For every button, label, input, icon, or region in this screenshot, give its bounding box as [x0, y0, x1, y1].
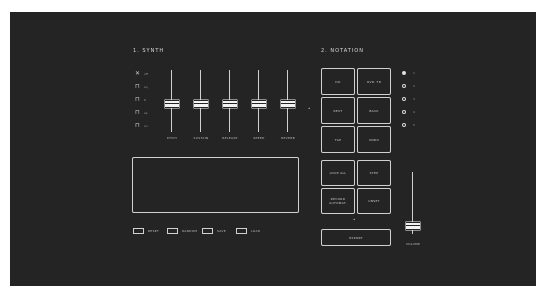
waveform-label: sa — [144, 111, 148, 115]
notation-button[interactable]: TAP — [321, 126, 355, 153]
synth-display — [132, 157, 299, 213]
radio-dot — [402, 96, 406, 101]
waveform-label: sq — [144, 85, 148, 89]
slider-release[interactable]: RELEASE — [222, 70, 238, 140]
slider-sustain[interactable]: SUSTAIN — [193, 70, 209, 140]
control-box — [167, 227, 178, 234]
control-label: LOAD — [251, 228, 261, 233]
channel-radio[interactable]: 5 — [402, 121, 415, 128]
slider-label: REVERB — [281, 136, 295, 140]
waveform-option[interactable]: ✕ off — [133, 70, 148, 78]
control-label: SAVE — [217, 228, 226, 233]
slider-thumb[interactable] — [281, 100, 295, 108]
slider-reverb[interactable]: REVERB — [280, 70, 296, 140]
radio-dot — [402, 122, 406, 127]
notation-button[interactable]: UNSET — [357, 188, 391, 214]
control-save[interactable]: SAVE — [202, 227, 226, 234]
notation-button[interactable]: STEP — [357, 160, 391, 186]
waveform-option[interactable]: ⊓ tr — [133, 96, 146, 104]
control-load[interactable]: LOAD — [236, 227, 260, 234]
notation-button[interactable]: UNDO — [357, 126, 391, 153]
radio-label: 5 — [413, 122, 415, 127]
square-wave-icon: ⊓ — [135, 83, 140, 90]
radio-dot — [402, 83, 406, 88]
channel-radio[interactable]: 3 — [402, 95, 415, 102]
radio-label: 1 — [413, 70, 415, 75]
radio-label: 3 — [413, 96, 415, 101]
channel-radio[interactable]: 2 — [402, 82, 415, 89]
control-box — [236, 227, 247, 234]
radio-label: 2 — [413, 83, 415, 88]
slider-thumb[interactable] — [406, 222, 420, 230]
notation-button[interactable]: BACK — [357, 97, 391, 124]
waveform-option[interactable]: ⊓ sa — [133, 109, 147, 117]
notation-button[interactable]: DO — [321, 68, 355, 95]
control-label: RESET — [148, 228, 160, 233]
control-random[interactable]: RANDOM — [167, 227, 197, 234]
link-dot-icon: • — [353, 217, 356, 222]
slider-pitch[interactable]: PITCH — [164, 70, 180, 140]
control-reset[interactable]: RESET — [133, 227, 159, 234]
radio-label: 4 — [413, 109, 415, 114]
control-label: RANDOM — [182, 228, 198, 233]
waveform-label: off — [144, 72, 148, 76]
notation-button[interactable]: RECORD AUTOMAT. — [321, 188, 355, 214]
volume-slider[interactable]: VOLUME — [405, 172, 421, 246]
control-box — [133, 227, 144, 234]
waveform-option[interactable]: ⊓ sn — [133, 122, 147, 130]
synth-title: 1. SYNTH — [133, 48, 165, 54]
noise-wave-icon: ⊓ — [135, 122, 140, 129]
triangle-wave-icon: ⊓ — [135, 109, 140, 116]
sine-wave-icon: ✕ — [134, 70, 141, 77]
notation-button[interactable]: REST — [321, 97, 355, 124]
slider-thumb[interactable] — [252, 100, 266, 108]
sawtooth-wave-icon: ⊓ — [135, 96, 140, 103]
channel-radio[interactable]: 1 — [402, 69, 415, 76]
notation-button[interactable]: LOOP ALL — [321, 160, 355, 186]
waveform-option[interactable]: ⊓ sq — [133, 83, 147, 91]
waveform-label: tr — [144, 98, 147, 102]
slider-thumb[interactable] — [194, 100, 208, 108]
radio-dot — [402, 70, 406, 75]
radio-dot — [402, 109, 406, 114]
slider-thumb[interactable] — [223, 100, 237, 108]
link-dot-icon: • — [308, 106, 311, 111]
slider-speed[interactable]: SPEED — [251, 70, 267, 140]
slider-thumb[interactable] — [165, 100, 179, 108]
volume-label: VOLUME — [405, 242, 421, 246]
app-panel — [10, 12, 536, 286]
channel-radio[interactable]: 4 — [402, 108, 415, 115]
waveform-label: sn — [144, 124, 148, 128]
notation-button[interactable]: OVR. FR — [357, 68, 391, 95]
export-button[interactable]: EXPORT — [321, 229, 391, 246]
control-box — [202, 227, 213, 234]
notation-title: 2. NOTATION — [321, 48, 364, 54]
